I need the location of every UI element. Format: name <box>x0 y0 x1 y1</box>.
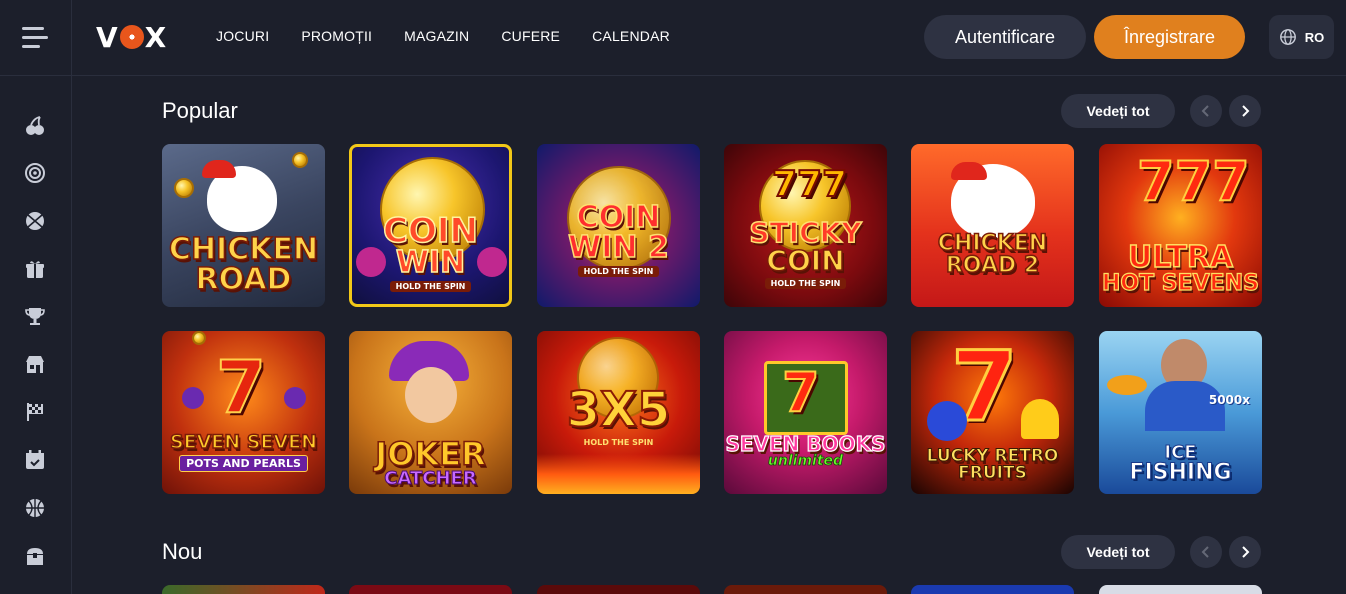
game-tile-ice-fishing[interactable]: 5000x ICE FISHING <box>1099 331 1262 494</box>
game-tile-seven-seven[interactable]: 7 SEVEN SEVEN POTS AND PEARLS <box>162 331 325 494</box>
game-tile-partial[interactable] <box>911 585 1074 594</box>
game-title: SEVEN SEVEN <box>169 431 318 453</box>
section-title-nou: Nou <box>162 539 203 564</box>
chevron-right-icon <box>1242 546 1250 558</box>
game-tile-coin-win-2[interactable]: COIN WIN 2 HOLD THE SPIN <box>537 144 700 307</box>
menu-icon[interactable] <box>22 24 50 52</box>
see-all-popular-button[interactable]: Vedeți tot <box>1061 94 1175 128</box>
game-title: COIN <box>382 211 478 251</box>
game-tile-3x5[interactable]: 3X5 HOLD THE SPIN <box>537 331 700 494</box>
game-title: 3X5 <box>566 382 672 438</box>
globe-icon <box>1279 29 1296 45</box>
game-subtitle: WIN <box>395 245 466 280</box>
game-title: CHICKEN <box>937 231 1048 256</box>
game-tile-partial[interactable] <box>1099 585 1262 594</box>
trophy-icon[interactable] <box>24 305 46 327</box>
game-subtitle: ROAD <box>195 262 292 297</box>
nav-calendar[interactable]: CALENDAR <box>592 28 670 44</box>
game-tagline: HOLD THE SPIN <box>577 266 660 277</box>
game-tagline: POTS AND PEARLS <box>179 455 308 472</box>
game-tile-partial[interactable] <box>349 585 512 594</box>
game-subtitle: WIN 2 <box>567 230 669 265</box>
game-title: ULTRA <box>1127 240 1234 275</box>
game-title: JOKER <box>375 435 487 473</box>
game-subtitle: FRUITS <box>958 463 1028 483</box>
game-tagline: HOLD THE SPIN <box>389 281 472 292</box>
vox-logo[interactable]: VX <box>96 21 167 54</box>
game-subtitle: CATCHER <box>384 468 477 489</box>
game-tile-coin-win[interactable]: COIN WIN HOLD THE SPIN <box>349 144 512 307</box>
game-tagline: HOLD THE SPIN <box>764 278 847 289</box>
game-tile-chicken-road[interactable]: CHICKEN ROAD <box>162 144 325 307</box>
register-button[interactable]: Înregistrare <box>1094 15 1245 59</box>
language-selector[interactable]: RO <box>1269 15 1334 59</box>
game-tile-ultra-hot-sevens[interactable]: 777 ULTRA HOT SEVENS <box>1099 144 1262 307</box>
game-subtitle: unlimited <box>767 453 844 469</box>
section-title-popular: Popular <box>162 98 238 123</box>
game-subtitle: HOT SEVENS <box>1101 271 1259 296</box>
game-tile-partial[interactable] <box>537 585 700 594</box>
prev-nou-button[interactable] <box>1190 536 1222 568</box>
cherries-icon[interactable] <box>24 115 46 137</box>
calendar-icon[interactable] <box>24 449 46 471</box>
nav-magazin[interactable]: MAGAZIN <box>404 28 469 44</box>
game-subtitle: FISHING <box>1129 460 1232 485</box>
language-code: RO <box>1304 29 1325 45</box>
game-subtitle: COIN <box>766 244 846 277</box>
game-title: SEVEN BOOKS <box>725 432 886 456</box>
game-tile-lucky-retro-fruits[interactable]: 7 LUCKY RETRO FRUITS <box>911 331 1074 494</box>
chevron-left-icon <box>1201 105 1209 117</box>
nav-jocuri[interactable]: JOCURI <box>216 28 269 44</box>
game-subtitle: ROAD 2 <box>945 253 1040 278</box>
see-all-nou-button[interactable]: Vedeți tot <box>1061 535 1175 569</box>
nav-promotii[interactable]: PROMOȚII <box>301 28 372 44</box>
game-title: CHICKEN <box>168 232 319 267</box>
top-header: VX JOCURI PROMOȚII MAGAZIN CUFERE CALEND… <box>0 0 1346 76</box>
race-flag-icon[interactable] <box>24 401 46 423</box>
game-tile-partial[interactable] <box>162 585 325 594</box>
next-nou-button[interactable] <box>1229 536 1261 568</box>
game-title: STICKY <box>749 216 863 249</box>
chevron-left-icon <box>1201 546 1209 558</box>
sidebar-divider <box>71 0 72 594</box>
game-tile-seven-books[interactable]: 7 SEVEN BOOKS unlimited <box>724 331 887 494</box>
game-title: COIN <box>576 200 661 235</box>
login-button[interactable]: Autentificare <box>924 15 1086 59</box>
game-tile-chicken-road-2[interactable]: CHICKEN ROAD 2 <box>911 144 1074 307</box>
game-tile-sticky-coin[interactable]: 777 STICKY COIN HOLD THE SPIN <box>724 144 887 307</box>
game-tagline: HOLD THE SPIN <box>583 438 654 447</box>
target-icon[interactable] <box>24 162 46 184</box>
main-nav: JOCURI PROMOȚII MAGAZIN CUFERE CALENDAR <box>216 28 670 44</box>
ball-icon[interactable] <box>24 497 46 519</box>
basketball-icon[interactable] <box>24 210 46 232</box>
store-icon[interactable] <box>24 353 46 375</box>
gift-icon[interactable] <box>24 258 46 280</box>
next-popular-button[interactable] <box>1229 95 1261 127</box>
game-tile-joker-catcher[interactable]: JOKER CATCHER <box>349 331 512 494</box>
nav-cufere[interactable]: CUFERE <box>501 28 560 44</box>
game-tile-partial[interactable] <box>724 585 887 594</box>
prev-popular-button[interactable] <box>1190 95 1222 127</box>
chevron-right-icon <box>1242 105 1250 117</box>
chest-icon[interactable] <box>24 545 46 567</box>
game-multiplier: 5000x <box>1208 393 1250 407</box>
